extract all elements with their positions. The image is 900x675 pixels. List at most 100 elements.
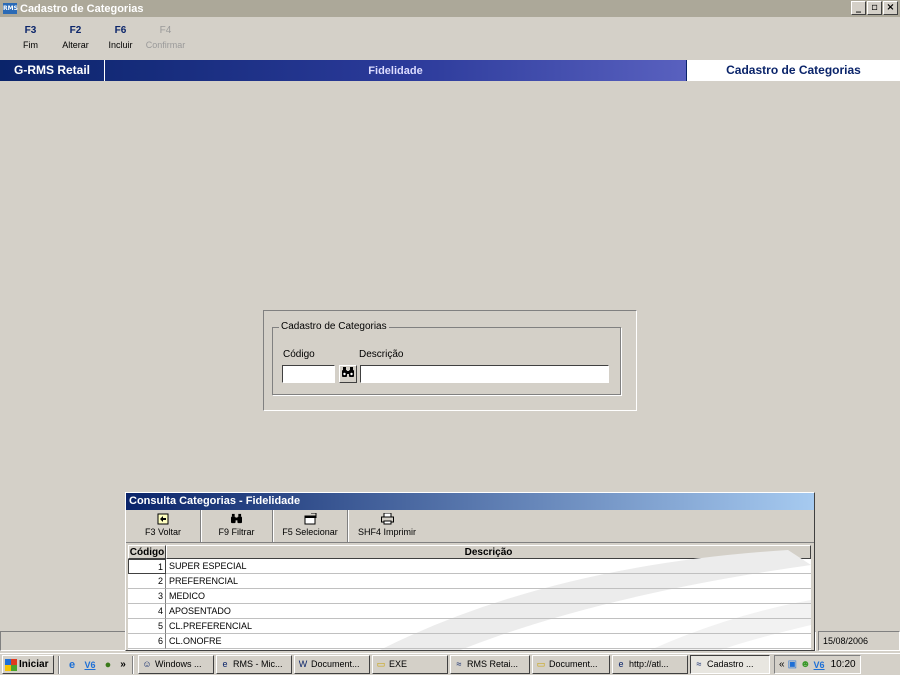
table-row[interactable]: 6 CL.ONOFRE bbox=[128, 634, 811, 649]
fkey-key: F2 bbox=[69, 25, 82, 36]
tray-chevron[interactable]: « bbox=[779, 659, 785, 670]
taskbar-separator bbox=[58, 655, 60, 674]
users-icon: ☺ bbox=[142, 659, 152, 669]
fkey-key: F4 bbox=[159, 25, 172, 36]
task-label: RMS Retai... bbox=[467, 659, 519, 669]
category-groupbox: Cadastro de Categorias Código Descrição bbox=[272, 321, 621, 395]
consulta-title[interactable]: Consulta Categorias - Fidelidade bbox=[126, 493, 814, 510]
cell-descricao: SUPER ESPECIAL bbox=[166, 559, 811, 574]
search-button[interactable] bbox=[339, 365, 357, 383]
ie-icon[interactable]: e bbox=[64, 657, 80, 673]
vb-icon[interactable]: V6 bbox=[814, 660, 825, 670]
quicklaunch-chevron[interactable]: » bbox=[118, 659, 128, 670]
task-label: Document... bbox=[311, 659, 360, 669]
network-icon[interactable]: ▣ bbox=[788, 659, 797, 670]
minimize-button[interactable]: _ bbox=[851, 1, 866, 15]
table-row[interactable]: 5 CL.PREFERENCIAL bbox=[128, 619, 811, 634]
task-label: Windows ... bbox=[155, 659, 202, 669]
app-icon: RMS bbox=[3, 3, 18, 14]
vb-icon[interactable]: V6 bbox=[82, 657, 98, 673]
fkey-key: F3 bbox=[24, 25, 37, 36]
clock: 10:20 bbox=[830, 659, 856, 670]
form-panel: Cadastro de Categorias Código Descrição bbox=[263, 310, 637, 411]
cell-codigo: 4 bbox=[128, 604, 166, 619]
ie-icon: e bbox=[618, 659, 624, 669]
task-label: http://atl... bbox=[629, 659, 669, 669]
status-date: 15/08/2006 bbox=[818, 631, 900, 651]
binoculars-icon bbox=[201, 513, 272, 527]
fkey-fim-button[interactable]: F3 Fim bbox=[8, 18, 53, 58]
groupbox-title: Cadastro de Categorias bbox=[279, 321, 389, 332]
task-document-folder[interactable]: ▭ Document... bbox=[532, 655, 610, 674]
task-http-browser[interactable]: e http://atl... bbox=[612, 655, 688, 674]
task-document-word[interactable]: W Document... bbox=[294, 655, 370, 674]
binoculars-icon bbox=[342, 367, 354, 377]
table-row[interactable]: 1 SUPER ESPECIAL bbox=[128, 559, 811, 574]
fkey-incluir-button[interactable]: F6 Incluir bbox=[98, 18, 143, 58]
task-rms-ie[interactable]: e RMS - Mic... bbox=[216, 655, 292, 674]
start-label: Iniciar bbox=[19, 659, 49, 670]
cell-codigo: 3 bbox=[128, 589, 166, 604]
rms-icon: ≈ bbox=[456, 659, 462, 669]
back-icon bbox=[126, 513, 200, 527]
codigo-label: Código bbox=[283, 349, 315, 360]
categories-grid[interactable]: Código Descrição 1 SUPER ESPECIAL 2 PREF… bbox=[128, 545, 811, 650]
table-row[interactable]: 3 MEDICO bbox=[128, 589, 811, 604]
folder-icon: ▭ bbox=[536, 659, 546, 669]
filtrar-button[interactable]: F9 Filtrar bbox=[201, 510, 273, 542]
printer-icon bbox=[348, 512, 426, 527]
cell-codigo: 5 bbox=[128, 619, 166, 634]
cell-descricao: CL.PREFERENCIAL bbox=[166, 619, 811, 634]
table-row[interactable]: 4 APOSENTADO bbox=[128, 604, 811, 619]
taskbar-separator bbox=[132, 655, 134, 674]
media-player-icon[interactable]: ● bbox=[100, 657, 116, 673]
windows-logo-icon bbox=[5, 658, 17, 671]
voltar-button[interactable]: F3 Voltar bbox=[126, 510, 201, 542]
restore-button[interactable]: ▫ bbox=[867, 1, 882, 15]
module-banner: G-RMS Retail Fidelidade Cadastro de Cate… bbox=[0, 60, 900, 81]
fkey-label: Alterar bbox=[62, 40, 89, 50]
window-titlebar[interactable]: RMS Cadastro de Categorias _ ▫ × bbox=[0, 0, 900, 17]
selecionar-button[interactable]: F5 Selecionar bbox=[273, 510, 348, 542]
start-button[interactable]: Iniciar bbox=[2, 655, 54, 674]
fkey-label: Incluir bbox=[108, 40, 133, 50]
ie-icon: e bbox=[222, 659, 228, 669]
fkey-confirmar-button: F4 Confirmar bbox=[143, 18, 188, 58]
fkey-alterar-button[interactable]: F2 Alterar bbox=[53, 18, 98, 58]
fkey-label: Fim bbox=[23, 40, 38, 50]
task-label: EXE bbox=[389, 659, 408, 669]
select-icon bbox=[273, 512, 347, 527]
window-controls: _ ▫ × bbox=[851, 1, 898, 15]
imprimir-label: SHF4 Imprimir bbox=[358, 527, 416, 537]
cell-codigo: 1 bbox=[128, 559, 166, 574]
task-label: Document... bbox=[549, 659, 598, 669]
system-tray: « ▣ ☻ V6 10:20 bbox=[774, 655, 861, 674]
task-rms-retail[interactable]: ≈ RMS Retai... bbox=[450, 655, 530, 674]
cell-descricao: PREFERENCIAL bbox=[166, 574, 811, 589]
rms-icon: ≈ bbox=[696, 659, 702, 669]
imprimir-button[interactable]: SHF4 Imprimir bbox=[348, 510, 426, 542]
consulta-dialog: Consulta Categorias - Fidelidade F3 Volt… bbox=[125, 492, 815, 651]
descricao-input[interactable] bbox=[360, 365, 609, 383]
screen-name: Cadastro de Categorias bbox=[686, 60, 900, 81]
cell-descricao: APOSENTADO bbox=[166, 604, 811, 619]
product-name: G-RMS Retail bbox=[0, 60, 105, 81]
filtrar-label: F9 Filtrar bbox=[218, 527, 255, 537]
descricao-label: Descrição bbox=[359, 349, 404, 360]
close-button[interactable]: × bbox=[883, 1, 898, 15]
consulta-toolbar: F3 Voltar F9 Filtrar F5 Selecionar SHF4 … bbox=[126, 510, 814, 543]
module-name: Fidelidade bbox=[368, 64, 423, 77]
window-title: Cadastro de Categorias bbox=[20, 2, 144, 15]
task-cadastro[interactable]: ≈ Cadastro ... bbox=[690, 655, 770, 674]
fkey-label: Confirmar bbox=[145, 40, 186, 50]
table-row[interactable]: 2 PREFERENCIAL bbox=[128, 574, 811, 589]
messenger-icon[interactable]: ☻ bbox=[800, 659, 811, 670]
function-key-toolbar: F3 Fim F2 Alterar F6 Incluir F4 Confirma… bbox=[0, 18, 900, 58]
cell-descricao: CL.ONOFRE bbox=[166, 634, 811, 649]
task-label: Cadastro ... bbox=[707, 659, 754, 669]
taskbar: Iniciar e V6 ● » ☺ Windows ... e RMS - M… bbox=[0, 653, 900, 675]
task-windows[interactable]: ☺ Windows ... bbox=[138, 655, 214, 674]
task-exe-folder[interactable]: ▭ EXE bbox=[372, 655, 448, 674]
codigo-input[interactable] bbox=[282, 365, 335, 383]
task-label: RMS - Mic... bbox=[233, 659, 283, 669]
